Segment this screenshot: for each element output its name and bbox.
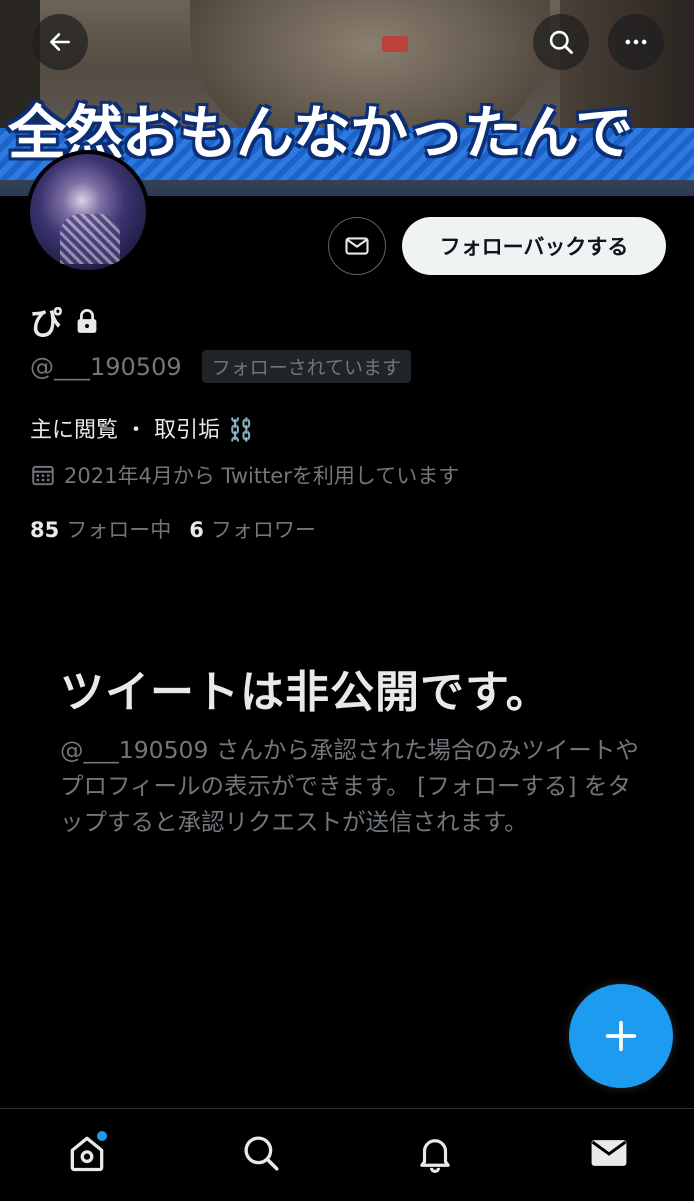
compose-tweet-button[interactable] [569, 984, 673, 1088]
profile-bio: 主に閲覧 ・ 取引垢 ⛓️ [30, 418, 255, 443]
following-link[interactable]: 85 フォロー中 [30, 514, 171, 544]
search-icon [549, 30, 573, 54]
follow-back-button[interactable]: フォローバックする [402, 217, 666, 275]
private-notice-body: @___190509 さんから承認された場合のみツイートやプロフィールの表示がで… [60, 736, 639, 836]
lock-icon [77, 309, 97, 333]
home-new-indicator [97, 1131, 107, 1141]
follow-stats: 85 フォロー中 6 フォロワー [30, 514, 316, 544]
arrow-left-icon [50, 33, 70, 51]
tab-notifications[interactable] [411, 1129, 459, 1177]
banner-logo-patch [382, 36, 408, 52]
more-button[interactable] [608, 14, 664, 70]
tab-messages[interactable] [585, 1129, 633, 1177]
messages-icon [591, 1140, 627, 1166]
private-notice-title: ツイートは非公開です。 [60, 667, 551, 718]
avatar-image [30, 154, 146, 270]
handle-row: @___190509 フォローされています [30, 350, 412, 383]
join-date-text: 2021年4月から Twitterを利用しています [64, 464, 460, 488]
search-button[interactable] [533, 14, 589, 70]
followers-count: 6 [189, 518, 204, 542]
avatar[interactable] [26, 150, 150, 274]
username-handle: @___190509 [30, 352, 182, 381]
search-icon [244, 1136, 279, 1171]
plus-icon [605, 1020, 637, 1052]
follows-you-badge: フォローされています [201, 350, 412, 383]
ellipsis-icon [625, 39, 647, 45]
calendar-icon [32, 465, 54, 486]
message-button[interactable] [328, 217, 386, 275]
followers-label: フォロワー [210, 518, 316, 542]
tab-home[interactable] [63, 1129, 111, 1177]
tab-search[interactable] [237, 1129, 285, 1177]
envelope-icon [345, 237, 369, 255]
followers-link[interactable]: 6 フォロワー [189, 514, 316, 544]
notifications-icon [420, 1139, 450, 1173]
join-date-row: 2021年4月から Twitterを利用しています [30, 460, 459, 490]
back-button[interactable] [32, 14, 88, 70]
profile-name-row: ぴ [30, 298, 102, 344]
display-name: ぴ [30, 304, 63, 342]
following-count: 85 [30, 518, 60, 542]
following-label: フォロー中 [66, 518, 172, 542]
bottom-tab-bar [0, 1108, 694, 1201]
